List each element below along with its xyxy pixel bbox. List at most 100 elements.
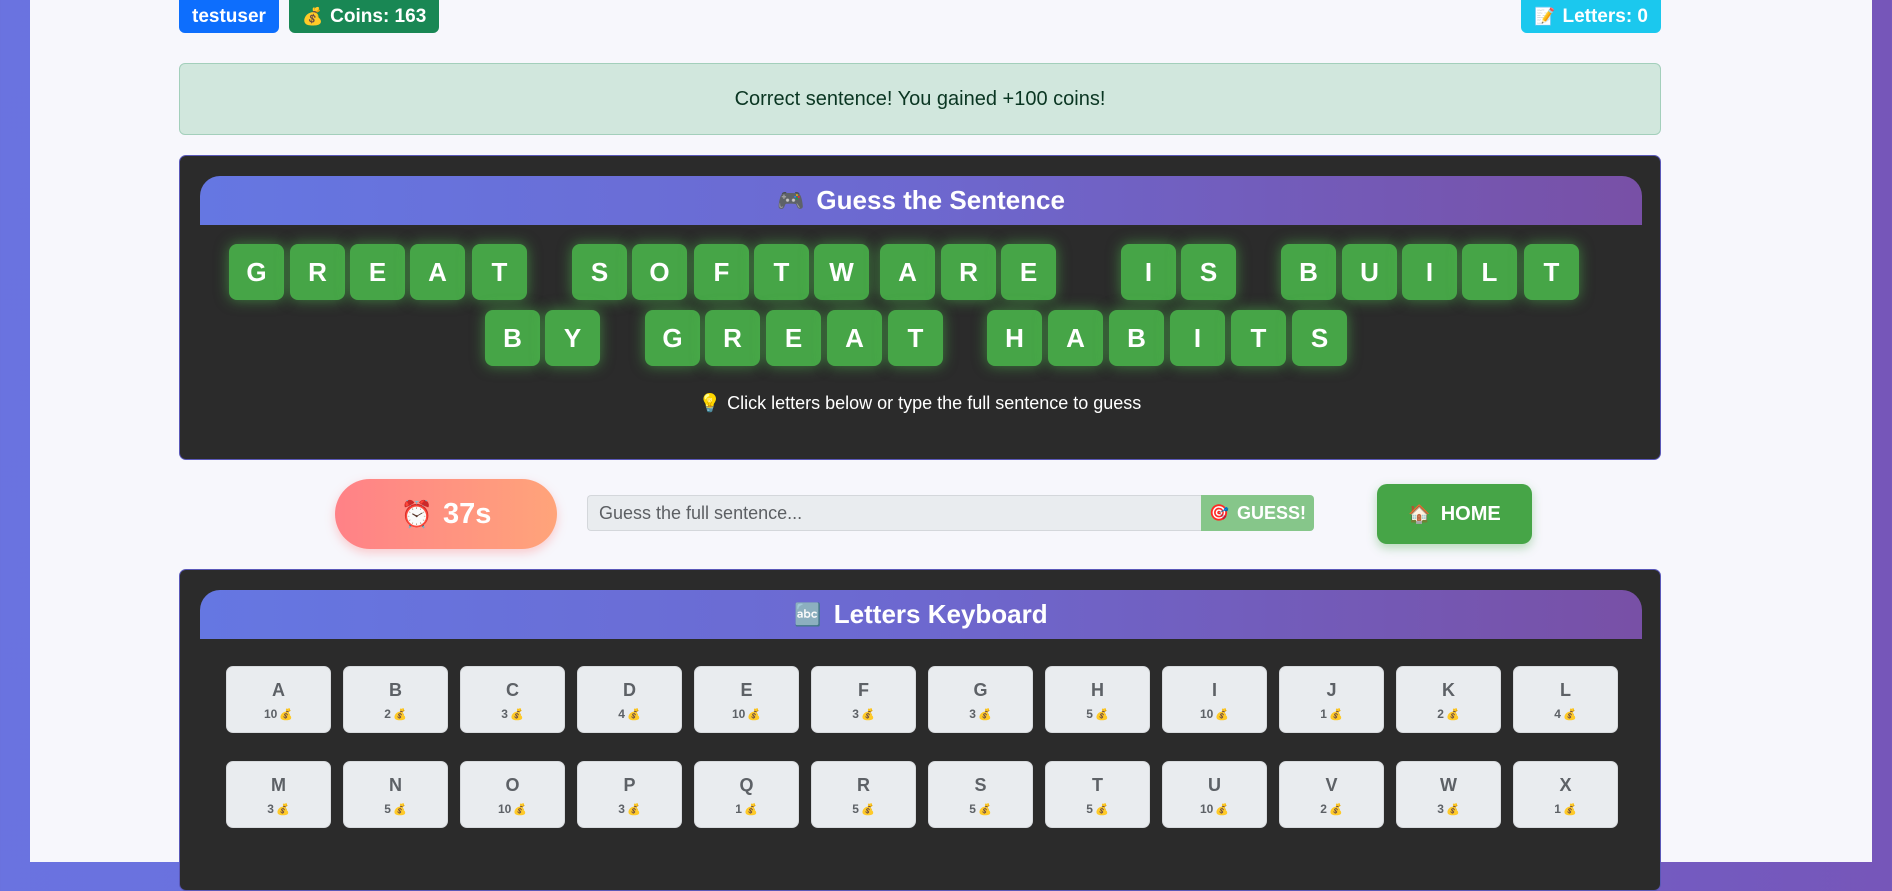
letter-key-v[interactable]: V 2 💰 — [1279, 761, 1384, 828]
key-cost-value: 3 — [618, 802, 625, 816]
letter-key-g[interactable]: G 3 💰 — [928, 666, 1033, 733]
key-letter: E — [740, 680, 753, 700]
letter-key-h[interactable]: H 5 💰 — [1045, 666, 1150, 733]
letter-tile: A — [410, 244, 465, 300]
letter-key-c[interactable]: C 3 💰 — [460, 666, 565, 733]
letter-tile: R — [941, 244, 996, 300]
key-cost: 3 💰 — [578, 802, 681, 816]
house-icon: 🏠 — [1408, 503, 1431, 524]
key-cost: 10 💰 — [227, 707, 330, 721]
letter-tile: G — [229, 244, 284, 300]
letter-key-x[interactable]: X 1 💰 — [1513, 761, 1618, 828]
key-cost: 5 💰 — [812, 802, 915, 816]
money-bag-icon: 💰 — [1562, 709, 1577, 721]
letter-key-n[interactable]: N 5 💰 — [343, 761, 448, 828]
letter-tile: R — [705, 310, 760, 366]
letter-key-j[interactable]: J 1 💰 — [1279, 666, 1384, 733]
key-cost-value: 2 — [1320, 802, 1327, 816]
money-bag-icon: 💰 — [392, 804, 407, 816]
key-letter: N — [389, 775, 402, 795]
key-cost: 5 💰 — [1046, 707, 1149, 721]
key-cost-value: 4 — [1554, 707, 1561, 721]
coins-badge: 💰 Coins: 163 — [289, 0, 440, 33]
letter-key-p[interactable]: P 3 💰 — [577, 761, 682, 828]
letter-key-d[interactable]: D 4 💰 — [577, 666, 682, 733]
key-letter: I — [1211, 680, 1217, 700]
key-cost-value: 2 — [1437, 707, 1444, 721]
key-cost-value: 10 — [497, 802, 512, 816]
letter-tile: I — [1402, 244, 1457, 300]
letter-key-t[interactable]: T 5 💰 — [1045, 761, 1150, 828]
letter-tile: L — [1462, 244, 1517, 300]
key-cost-value: 5 — [969, 802, 976, 816]
key-cost-value: 3 — [969, 707, 976, 721]
key-cost: 5 💰 — [344, 802, 447, 816]
key-letter: H — [1091, 680, 1104, 700]
key-letter: K — [1442, 680, 1455, 700]
key-cost-value: 5 — [1086, 707, 1093, 721]
key-cost: 3 💰 — [929, 707, 1032, 721]
key-cost-value: 1 — [1554, 802, 1561, 816]
money-bag-icon: 💰 — [860, 709, 875, 721]
letter-tile: O — [632, 244, 687, 300]
letter-key-o[interactable]: O 10 💰 — [460, 761, 565, 828]
letter-key-m[interactable]: M 3 💰 — [226, 761, 331, 828]
letter-tile: S — [572, 244, 627, 300]
letters-keyboard-panel: 🔤 Letters Keyboard A 10 💰 B 2 💰 C 3 💰 D 4 💰 E 10 💰 F 3 💰 G… — [179, 569, 1661, 891]
letter-key-u[interactable]: U 10 💰 — [1162, 761, 1267, 828]
letter-key-w[interactable]: W 3 💰 — [1396, 761, 1501, 828]
key-cost: 2 💰 — [344, 707, 447, 721]
money-bag-icon: 💰 — [626, 709, 641, 721]
letter-key-r[interactable]: R 5 💰 — [811, 761, 916, 828]
key-letter: V — [1325, 775, 1338, 795]
letter-key-i[interactable]: I 10 💰 — [1162, 666, 1267, 733]
key-cost: 10 💰 — [1163, 707, 1266, 721]
key-cost-value: 2 — [384, 707, 391, 721]
key-cost: 2 💰 — [1280, 802, 1383, 816]
key-cost-value: 3 — [1437, 802, 1444, 816]
success-alert: Correct sentence! You gained +100 coins! — [179, 63, 1661, 135]
letter-key-l[interactable]: L 4 💰 — [1513, 666, 1618, 733]
letter-key-f[interactable]: F 3 💰 — [811, 666, 916, 733]
letter-tile: A — [827, 310, 882, 366]
letter-key-s[interactable]: S 5 💰 — [928, 761, 1033, 828]
key-cost-value: 5 — [384, 802, 391, 816]
money-bag-icon: 💰 — [1328, 709, 1343, 721]
hint-text: 💡 Click letters below or type the full se… — [180, 393, 1660, 414]
key-letter: J — [1326, 680, 1337, 700]
home-button[interactable]: 🏠 HOME — [1377, 484, 1532, 544]
key-cost: 3 💰 — [1397, 802, 1500, 816]
letter-tile: G — [645, 310, 700, 366]
letter-key-k[interactable]: K 2 💰 — [1396, 666, 1501, 733]
money-bag-icon: 💰 — [513, 804, 528, 816]
letter-tile: T — [1524, 244, 1579, 300]
letter-key-e[interactable]: E 10 💰 — [694, 666, 799, 733]
key-cost-value: 5 — [852, 802, 859, 816]
key-letter: S — [974, 775, 987, 795]
guess-button[interactable]: 🎯 GUESS! — [1201, 495, 1314, 531]
abc-icon: 🔤 — [794, 601, 822, 627]
letter-key-b[interactable]: B 2 💰 — [343, 666, 448, 733]
key-cost: 5 💰 — [929, 802, 1032, 816]
top-bar: testuser 💰 Coins: 163 📝 Letters: 0 — [179, 0, 1661, 34]
key-cost-value: 3 — [501, 707, 508, 721]
timer-value: 37s — [442, 497, 492, 530]
key-letter: R — [857, 775, 870, 795]
letter-key-a[interactable]: A 10 💰 — [226, 666, 331, 733]
money-bag-icon: 💰 — [977, 804, 992, 816]
key-cost: 10 💰 — [461, 802, 564, 816]
letter-tile: B — [1281, 244, 1336, 300]
key-cost: 5 💰 — [1046, 802, 1149, 816]
key-letter: M — [271, 775, 286, 795]
key-cost-value: 1 — [1320, 707, 1327, 721]
money-bag-icon: 💰 — [1328, 804, 1343, 816]
letter-key-q[interactable]: Q 1 💰 — [694, 761, 799, 828]
letter-tile: S — [1292, 310, 1347, 366]
keyboard-panel-title: Letters Keyboard — [833, 599, 1048, 629]
money-bag-icon: 💰 — [1094, 804, 1109, 816]
sentence-guess-input[interactable] — [587, 495, 1201, 531]
sentence-row-2: BYGREATHABITS — [180, 310, 1660, 366]
money-bag-icon: 💰 — [977, 709, 992, 721]
letters-label: Letters: 0 — [1562, 6, 1648, 27]
key-letter: W — [1440, 775, 1457, 795]
